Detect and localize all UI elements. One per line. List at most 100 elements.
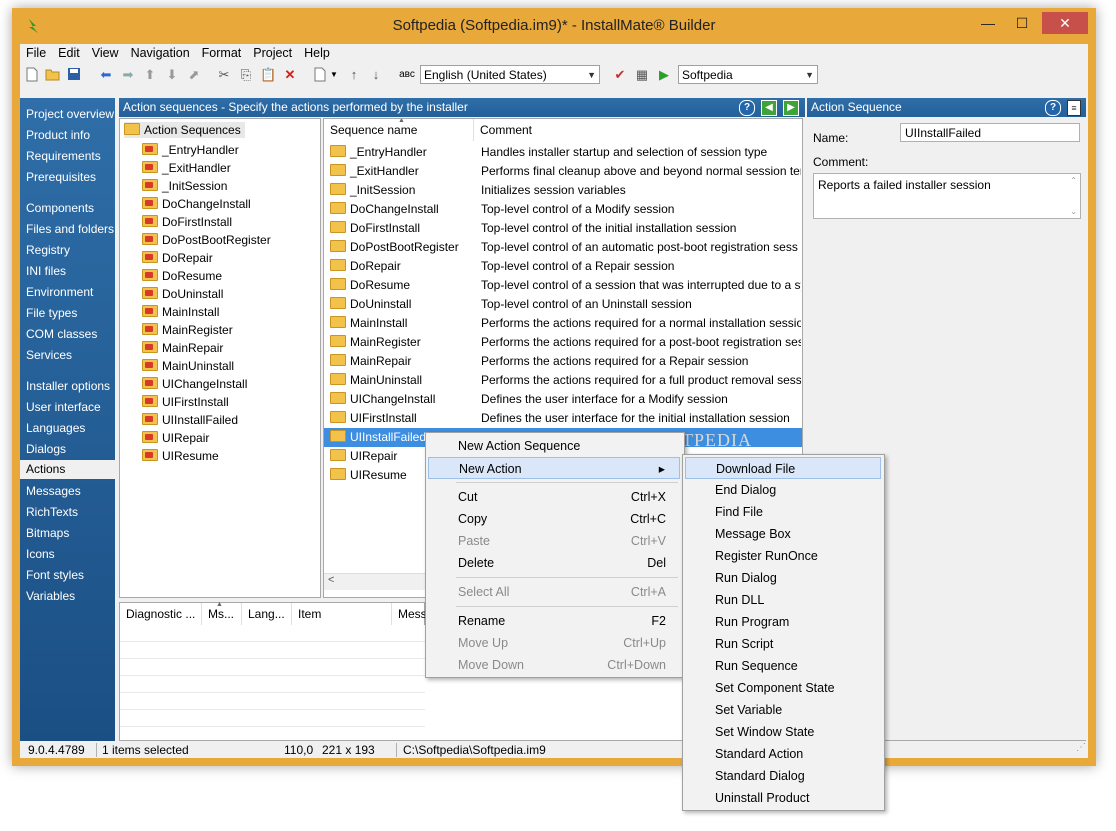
nav-registry[interactable]: Registry: [26, 243, 70, 257]
submenu-item[interactable]: Message Box: [685, 523, 881, 545]
tree-item[interactable]: DoPostBootRegister: [142, 231, 271, 249]
table-row[interactable]: DoFirstInstall Top-level control of the i…: [324, 219, 802, 238]
table-row[interactable]: _InitSession Initializes session variable…: [324, 181, 802, 200]
submenu-item[interactable]: Find File: [685, 501, 881, 523]
nav-com-classes[interactable]: COM classes: [26, 327, 97, 341]
nav-font-styles[interactable]: Font styles: [26, 568, 84, 582]
goto-icon[interactable]: ⬈: [186, 67, 202, 83]
column-header-item[interactable]: Item: [292, 603, 392, 625]
help-icon[interactable]: ?: [1045, 100, 1061, 116]
nav-richtexts[interactable]: RichTexts: [26, 505, 78, 519]
nav-environment[interactable]: Environment: [26, 285, 93, 299]
nav-languages[interactable]: Languages: [26, 421, 85, 435]
tree-item[interactable]: UIResume: [142, 447, 219, 465]
nav-components[interactable]: Components: [26, 201, 94, 215]
table-row[interactable]: DoResume Top-level control of a session t…: [324, 276, 802, 295]
nav-user-interface[interactable]: User interface: [26, 400, 101, 414]
submenu-item[interactable]: Set Component State: [685, 677, 881, 699]
table-row[interactable]: UIFirstInstall Defines the user interface…: [324, 409, 802, 428]
nav-dialogs[interactable]: Dialogs: [26, 442, 66, 456]
submenu-item[interactable]: Download File: [685, 457, 881, 479]
move-down-icon[interactable]: ↓: [368, 67, 384, 83]
context-menu-item[interactable]: New Action Sequence: [428, 435, 680, 457]
back-arrow-icon[interactable]: ⬅: [98, 67, 114, 83]
cut-icon[interactable]: ✂: [216, 67, 232, 83]
submenu-item[interactable]: Standard Action: [685, 743, 881, 765]
tree-item[interactable]: UIChangeInstall: [142, 375, 247, 393]
table-row[interactable]: DoChangeInstall Top-level control of a Mo…: [324, 200, 802, 219]
maximize-button[interactable]: ☐: [1008, 12, 1036, 34]
context-menu-item[interactable]: Rename F2: [428, 610, 680, 632]
table-row[interactable]: MainRegister Performs the actions require…: [324, 333, 802, 352]
submenu-item[interactable]: Set Window State: [685, 721, 881, 743]
tree-item[interactable]: MainRepair: [142, 339, 223, 357]
tree-item[interactable]: DoRepair: [142, 249, 213, 267]
menu-navigation[interactable]: Navigation: [125, 44, 196, 62]
submenu-item[interactable]: Set Variable: [685, 699, 881, 721]
nav-ini-files[interactable]: INI files: [26, 264, 66, 278]
context-menu-item[interactable]: Copy Ctrl+C: [428, 508, 680, 530]
context-menu-item[interactable]: Paste Ctrl+V: [428, 530, 680, 552]
menu-project[interactable]: Project: [247, 44, 298, 62]
submenu-item[interactable]: Run Script: [685, 633, 881, 655]
submenu-item[interactable]: Run Program: [685, 611, 881, 633]
menu-view[interactable]: View: [86, 44, 125, 62]
table-row[interactable]: MainInstall Performs the actions required…: [324, 314, 802, 333]
submenu-item[interactable]: Standard Dialog: [685, 765, 881, 787]
nav-installer-options[interactable]: Installer options: [26, 379, 110, 393]
nav-project-overview[interactable]: Project overview: [26, 107, 114, 121]
submenu-item[interactable]: Uninstall Product: [685, 787, 881, 809]
context-menu-item[interactable]: Move Down Ctrl+Down: [428, 654, 680, 676]
submenu-item[interactable]: Run Sequence: [685, 655, 881, 677]
context-menu-item[interactable]: Select All Ctrl+A: [428, 581, 680, 603]
tree-item[interactable]: UIRepair: [142, 429, 209, 447]
menu-format[interactable]: Format: [196, 44, 248, 62]
table-row[interactable]: MainUninstall Performs the actions requir…: [324, 371, 802, 390]
name-field[interactable]: UIInstallFailed: [900, 123, 1080, 142]
copy-icon[interactable]: ⎘: [238, 67, 254, 83]
validate-icon[interactable]: ✔: [612, 67, 628, 83]
submenu-item[interactable]: Run Dialog: [685, 567, 881, 589]
nav-bitmaps[interactable]: Bitmaps: [26, 526, 69, 540]
scroll-up-icon[interactable]: ⌃: [1070, 176, 1077, 185]
forward-icon[interactable]: ▶: [783, 100, 799, 116]
context-menu-item[interactable]: New Action ▸: [428, 457, 680, 479]
tree-item[interactable]: UIFirstInstall: [142, 393, 229, 411]
build-icon[interactable]: ▦: [634, 67, 650, 83]
tree-item[interactable]: MainRegister: [142, 321, 233, 339]
tree-item[interactable]: DoFirstInstall: [142, 213, 232, 231]
table-row[interactable]: UIChangeInstall Defines the user interfac…: [324, 390, 802, 409]
language-select[interactable]: English (United States) ▼: [420, 65, 600, 84]
menu-file[interactable]: File: [20, 44, 52, 62]
run-icon[interactable]: ▶: [656, 67, 672, 83]
move-up-icon[interactable]: ↑: [346, 67, 362, 83]
table-row[interactable]: _ExitHandler Performs final cleanup above…: [324, 162, 802, 181]
nav-variables[interactable]: Variables: [26, 589, 75, 603]
column-header-lang[interactable]: Lang...: [242, 603, 292, 625]
tree-item[interactable]: _ExitHandler: [142, 159, 231, 177]
nav-file-types[interactable]: File types: [26, 306, 77, 320]
new-file-icon[interactable]: [24, 67, 40, 83]
tree-item[interactable]: MainUninstall: [142, 357, 234, 375]
resize-grip-icon[interactable]: ⋰: [1076, 740, 1086, 756]
save-icon[interactable]: [66, 67, 82, 83]
menu-edit[interactable]: Edit: [52, 44, 86, 62]
up-arrow-icon[interactable]: ⬆: [142, 67, 158, 83]
tree-item[interactable]: _EntryHandler: [142, 141, 239, 159]
context-menu-item[interactable]: Move Up Ctrl+Up: [428, 632, 680, 654]
tree-item[interactable]: DoResume: [142, 267, 222, 285]
context-menu-item[interactable]: Cut Ctrl+X: [428, 486, 680, 508]
minimize-button[interactable]: —: [974, 12, 1002, 34]
table-row[interactable]: DoUninstall Top-level control of an Unins…: [324, 295, 802, 314]
nav-actions[interactable]: Actions: [20, 460, 115, 479]
context-menu-item[interactable]: Delete Del: [428, 552, 680, 574]
submenu-item[interactable]: Register RunOnce: [685, 545, 881, 567]
tree-item[interactable]: MainInstall: [142, 303, 219, 321]
nav-requirements[interactable]: Requirements: [26, 149, 101, 163]
tree-item[interactable]: DoUninstall: [142, 285, 223, 303]
nav-product-info[interactable]: Product info: [26, 128, 90, 142]
nav-icons[interactable]: Icons: [26, 547, 55, 561]
help-icon[interactable]: ?: [739, 100, 755, 116]
table-row[interactable]: DoPostBootRegister Top-level control of a…: [324, 238, 802, 257]
spellcheck-icon[interactable]: aвc: [398, 67, 416, 83]
